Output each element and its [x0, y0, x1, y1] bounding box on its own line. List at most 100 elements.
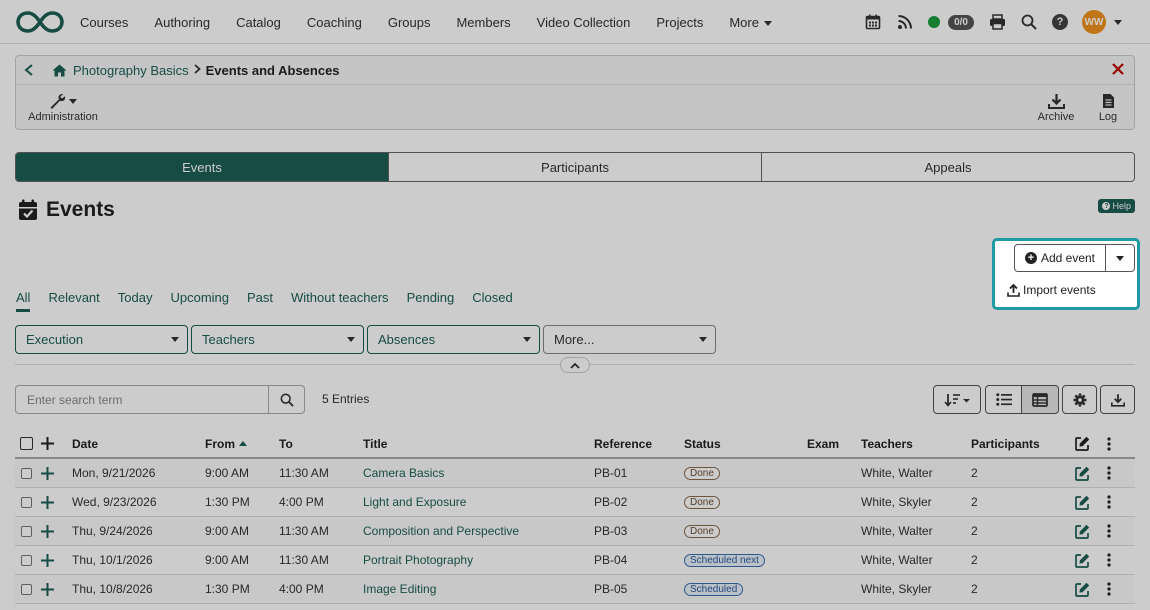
app-logo[interactable] — [16, 9, 64, 35]
nav-authoring[interactable]: Authoring — [154, 15, 210, 30]
row-more-vertical-icon[interactable] — [1107, 575, 1111, 603]
more-vertical-icon[interactable] — [1107, 430, 1111, 457]
sort-ascending-icon — [239, 441, 247, 446]
table-settings-button[interactable] — [1062, 385, 1097, 414]
row-checkbox[interactable] — [21, 467, 32, 479]
row-checkbox[interactable] — [21, 583, 32, 595]
edit-row-icon[interactable] — [1075, 546, 1090, 574]
sort-button[interactable] — [933, 385, 981, 414]
cell-to: 11:30 AM — [279, 524, 329, 538]
column-status[interactable]: Status — [684, 430, 721, 457]
column-from[interactable]: From — [205, 430, 247, 457]
help-icon[interactable]: ? — [1052, 14, 1068, 30]
scope-past[interactable]: Past — [247, 290, 273, 312]
edit-all-icon[interactable] — [1075, 430, 1090, 457]
scope-closed[interactable]: Closed — [472, 290, 512, 312]
cell-title-link[interactable]: Light and Exposure — [363, 488, 466, 516]
expand-row-plus-icon[interactable] — [41, 488, 54, 516]
search-button[interactable] — [268, 385, 305, 414]
row-more-vertical-icon[interactable] — [1107, 488, 1111, 516]
edit-row-icon[interactable] — [1075, 575, 1090, 603]
user-avatar[interactable]: WW — [1082, 10, 1106, 34]
nav-groups[interactable]: Groups — [388, 15, 431, 30]
add-event-button[interactable]: + Add event — [1015, 245, 1106, 271]
help-button[interactable]: ? Help — [1098, 199, 1135, 213]
export-button[interactable] — [1100, 385, 1135, 414]
cell-date: Thu, 10/1/2026 — [72, 553, 153, 567]
tab-events[interactable]: Events — [16, 153, 389, 181]
column-reference[interactable]: Reference — [594, 430, 652, 457]
row-checkbox[interactable] — [21, 554, 32, 566]
nav-coaching[interactable]: Coaching — [307, 15, 362, 30]
cell-to: 11:30 AM — [279, 553, 329, 567]
edit-row-icon[interactable] — [1075, 459, 1090, 487]
expand-row-plus-icon[interactable] — [41, 459, 54, 487]
scope-all[interactable]: All — [16, 290, 31, 312]
row-more-vertical-icon[interactable] — [1107, 517, 1111, 545]
cell-title-link[interactable]: Image Editing — [363, 575, 436, 603]
cell-date: Thu, 10/8/2026 — [72, 582, 153, 596]
column-participants[interactable]: Participants — [971, 430, 1040, 457]
close-icon[interactable] — [1111, 62, 1125, 76]
home-icon[interactable] — [52, 64, 67, 77]
import-events-label: Import events — [1023, 283, 1096, 297]
cell-title-link[interactable]: Composition and Perspective — [363, 517, 519, 545]
back-chevron-icon[interactable] — [24, 64, 38, 76]
breadcrumb-current: Events and Absences — [205, 62, 340, 78]
scope-pending[interactable]: Pending — [407, 290, 455, 312]
edit-row-icon[interactable] — [1075, 488, 1090, 516]
row-checkbox[interactable] — [21, 525, 32, 537]
nav-video-collection[interactable]: Video Collection — [537, 15, 631, 30]
cell-title-link[interactable]: Camera Basics — [363, 459, 444, 487]
print-icon[interactable] — [988, 13, 1006, 31]
nav-courses[interactable]: Courses — [80, 15, 128, 30]
filter-more[interactable]: More... — [543, 325, 716, 354]
nav-catalog[interactable]: Catalog — [236, 15, 281, 30]
user-menu-chevron-icon[interactable] — [1114, 19, 1122, 25]
column-date[interactable]: Date — [72, 430, 98, 457]
nav-members[interactable]: Members — [456, 15, 510, 30]
expand-row-plus-icon[interactable] — [41, 575, 54, 603]
scope-today[interactable]: Today — [118, 290, 153, 312]
add-event-caret-button[interactable] — [1106, 245, 1134, 271]
expand-row-plus-icon[interactable] — [41, 517, 54, 545]
chat-counter-badge[interactable]: 0/0 — [948, 14, 974, 30]
breadcrumb-course-link[interactable]: Photography Basics — [73, 63, 189, 78]
cell-title-link[interactable]: Portrait Photography — [363, 546, 473, 574]
online-status-icon[interactable] — [928, 16, 941, 28]
archive-button[interactable]: Archive — [1036, 91, 1076, 123]
administration-menu[interactable]: Administration — [28, 91, 98, 123]
list-view-button[interactable] — [985, 385, 1022, 414]
column-teachers[interactable]: Teachers — [861, 430, 913, 457]
tab-appeals[interactable]: Appeals — [762, 153, 1134, 181]
edit-row-icon[interactable] — [1075, 517, 1090, 545]
filter-absences[interactable]: Absences — [367, 325, 540, 354]
row-checkbox[interactable] — [21, 496, 32, 508]
nav-more[interactable]: More — [729, 15, 772, 30]
calendar-icon[interactable] — [864, 13, 882, 31]
scope-without-teachers[interactable]: Without teachers — [291, 290, 389, 312]
tab-participants[interactable]: Participants — [389, 153, 762, 181]
cell-participants: 2 — [971, 495, 978, 509]
table-body: Mon, 9/21/2026 9:00 AM 11:30 AM Camera Basi… — [15, 459, 1135, 604]
scope-upcoming[interactable]: Upcoming — [170, 290, 229, 312]
search-input[interactable]: Enter search term — [15, 385, 269, 414]
table-view-button[interactable] — [1021, 385, 1059, 414]
column-title[interactable]: Title — [363, 430, 387, 457]
collapse-filters-button[interactable] — [560, 357, 590, 373]
row-more-vertical-icon[interactable] — [1107, 546, 1111, 574]
log-button[interactable]: Log — [1094, 91, 1122, 123]
select-all-checkbox[interactable] — [20, 437, 33, 450]
expand-all-plus-icon[interactable] — [41, 430, 54, 457]
column-exam[interactable]: Exam — [807, 430, 839, 457]
import-events-menu-item[interactable]: Import events — [1007, 283, 1096, 297]
search-icon[interactable] — [1020, 13, 1038, 31]
filter-teachers[interactable]: Teachers — [191, 325, 364, 354]
expand-row-plus-icon[interactable] — [41, 546, 54, 574]
nav-projects[interactable]: Projects — [656, 15, 703, 30]
rss-icon[interactable] — [896, 13, 914, 31]
row-more-vertical-icon[interactable] — [1107, 459, 1111, 487]
scope-relevant[interactable]: Relevant — [48, 290, 99, 312]
filter-execution[interactable]: Execution — [15, 325, 188, 354]
column-to[interactable]: To — [279, 430, 293, 457]
